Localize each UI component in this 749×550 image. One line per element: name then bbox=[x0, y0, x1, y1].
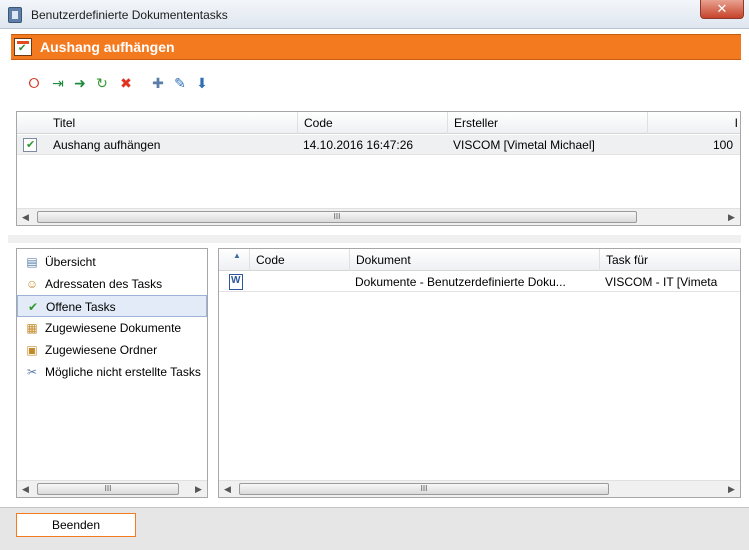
nav-item-possible-tasks[interactable]: ✂ Mögliche nicht erstellte Tasks bbox=[17, 361, 207, 383]
column-header-title[interactable]: Titel bbox=[47, 112, 297, 134]
document-grid-hscrollbar[interactable]: ◀ III ▶ bbox=[219, 480, 740, 497]
refresh-icon[interactable]: ↻ bbox=[93, 74, 111, 92]
document-grid: ▲ Code Dokument Task für Dokumente - Ben… bbox=[218, 248, 741, 498]
nav-item-label: Zugewiesene Dokumente bbox=[45, 321, 182, 335]
window-body: Aushang aufhängen ⭘ ⇥ ➜ ↻ ✖ ✚ ✎ ⬇ Titel … bbox=[8, 30, 741, 507]
scroll-thumb[interactable]: III bbox=[239, 483, 609, 495]
column-header-creator[interactable]: Ersteller bbox=[447, 112, 647, 134]
new-document-icon[interactable]: ✚ bbox=[149, 74, 167, 92]
table-row[interactable]: Aushang aufhängen 14.10.2016 16:47:26 VI… bbox=[17, 135, 740, 155]
nav-panel: ▤ Übersicht ☺ Adressaten des Tasks ✔ Off… bbox=[16, 248, 208, 498]
column-header-extra[interactable]: I bbox=[647, 112, 740, 134]
task-code-cell: 14.10.2016 16:47:26 bbox=[303, 138, 414, 152]
window-close-button[interactable]: ✕ bbox=[700, 0, 744, 19]
app-icon bbox=[8, 7, 22, 23]
toolbar: ⭘ ⇥ ➜ ↻ ✖ ✚ ✎ ⬇ bbox=[11, 66, 741, 98]
task-header-title: Aushang aufhängen bbox=[40, 39, 175, 55]
word-document-icon bbox=[229, 274, 243, 290]
document-grid-header: ▲ Code Dokument Task für bbox=[219, 249, 740, 271]
footer: Beenden bbox=[0, 507, 749, 550]
nav-item-label: Offene Tasks bbox=[46, 300, 116, 314]
toolbar-separator bbox=[141, 72, 142, 92]
nav-hscrollbar[interactable]: ◀ III ▶ bbox=[17, 480, 207, 497]
nav-item-assigned-folders[interactable]: ▣ Zugewiesene Ordner bbox=[17, 339, 207, 361]
task-title-cell: Aushang aufhängen bbox=[53, 138, 161, 152]
scroll-left-icon[interactable]: ◀ bbox=[17, 209, 34, 225]
scroll-right-icon[interactable]: ▶ bbox=[723, 481, 740, 497]
nav-item-label: Übersicht bbox=[45, 255, 96, 269]
nav-item-overview[interactable]: ▤ Übersicht bbox=[17, 251, 207, 273]
delete-icon[interactable]: ✖ bbox=[117, 74, 135, 92]
task-check-icon bbox=[23, 138, 37, 152]
scroll-left-icon[interactable]: ◀ bbox=[17, 481, 34, 497]
scroll-left-icon[interactable]: ◀ bbox=[219, 481, 236, 497]
sort-ascending-icon[interactable]: ▲ bbox=[225, 249, 249, 271]
scroll-thumb[interactable]: III bbox=[37, 211, 637, 223]
help-icon[interactable]: ⭘ bbox=[25, 74, 43, 92]
table-row[interactable]: Dokumente - Benutzerdefinierte Doku... V… bbox=[219, 272, 740, 292]
overview-icon: ▤ bbox=[26, 255, 38, 269]
scroll-right-icon[interactable]: ▶ bbox=[190, 481, 207, 497]
window-title: Benutzerdefinierte Dokumententasks bbox=[31, 8, 228, 22]
task-creator-cell: VISCOM [Vimetal Michael] bbox=[453, 138, 595, 152]
scroll-thumb[interactable]: III bbox=[37, 483, 179, 495]
column-header-code[interactable]: Code bbox=[249, 249, 349, 271]
scroll-right-icon[interactable]: ▶ bbox=[723, 209, 740, 225]
nav-item-label: Adressaten des Tasks bbox=[45, 277, 163, 291]
column-header-code[interactable]: Code bbox=[297, 112, 447, 134]
nav-item-recipients[interactable]: ☺ Adressaten des Tasks bbox=[17, 273, 207, 295]
toolbar-separator bbox=[16, 72, 17, 92]
column-header-document[interactable]: Dokument bbox=[349, 249, 599, 271]
task-header: Aushang aufhängen bbox=[11, 34, 741, 60]
export-excel-icon[interactable]: ⇥ bbox=[49, 74, 67, 92]
close-button[interactable]: Beenden bbox=[16, 513, 136, 537]
save-icon[interactable]: ⬇ bbox=[193, 74, 211, 92]
column-header-task-for[interactable]: Task für bbox=[599, 249, 740, 271]
document-name-cell: Dokumente - Benutzerdefinierte Doku... bbox=[355, 275, 566, 289]
splitter[interactable] bbox=[8, 235, 741, 243]
edit-icon[interactable]: ✎ bbox=[171, 74, 189, 92]
toolbar-separator bbox=[218, 72, 219, 92]
documents-icon: ▦ bbox=[26, 321, 38, 335]
task-grid: Titel Code Ersteller I Aushang aufhängen… bbox=[16, 111, 741, 226]
tools-icon: ✂ bbox=[26, 365, 38, 379]
folder-tree-icon: ▣ bbox=[26, 343, 38, 357]
task-extra-cell: 100 bbox=[713, 138, 734, 152]
nav-item-label: Mögliche nicht erstellte Tasks bbox=[45, 365, 201, 379]
nav-item-assigned-documents[interactable]: ▦ Zugewiesene Dokumente bbox=[17, 317, 207, 339]
forward-icon[interactable]: ➜ bbox=[71, 74, 89, 92]
task-grid-hscrollbar[interactable]: ◀ III ▶ bbox=[17, 208, 740, 225]
task-grid-header: Titel Code Ersteller I bbox=[17, 112, 740, 134]
toolbar-separator bbox=[226, 72, 227, 92]
users-icon: ☺ bbox=[25, 277, 39, 291]
document-code-cell bbox=[249, 272, 349, 292]
title-bar: Benutzerdefinierte Dokumententasks ✕ bbox=[0, 0, 749, 29]
task-calendar-icon bbox=[14, 38, 32, 56]
task-check-icon: ✔ bbox=[27, 300, 39, 314]
document-task-for-cell: VISCOM - IT [Vimeta bbox=[605, 275, 718, 289]
nav-item-open-tasks[interactable]: ✔ Offene Tasks bbox=[17, 295, 207, 317]
nav-item-label: Zugewiesene Ordner bbox=[45, 343, 158, 357]
